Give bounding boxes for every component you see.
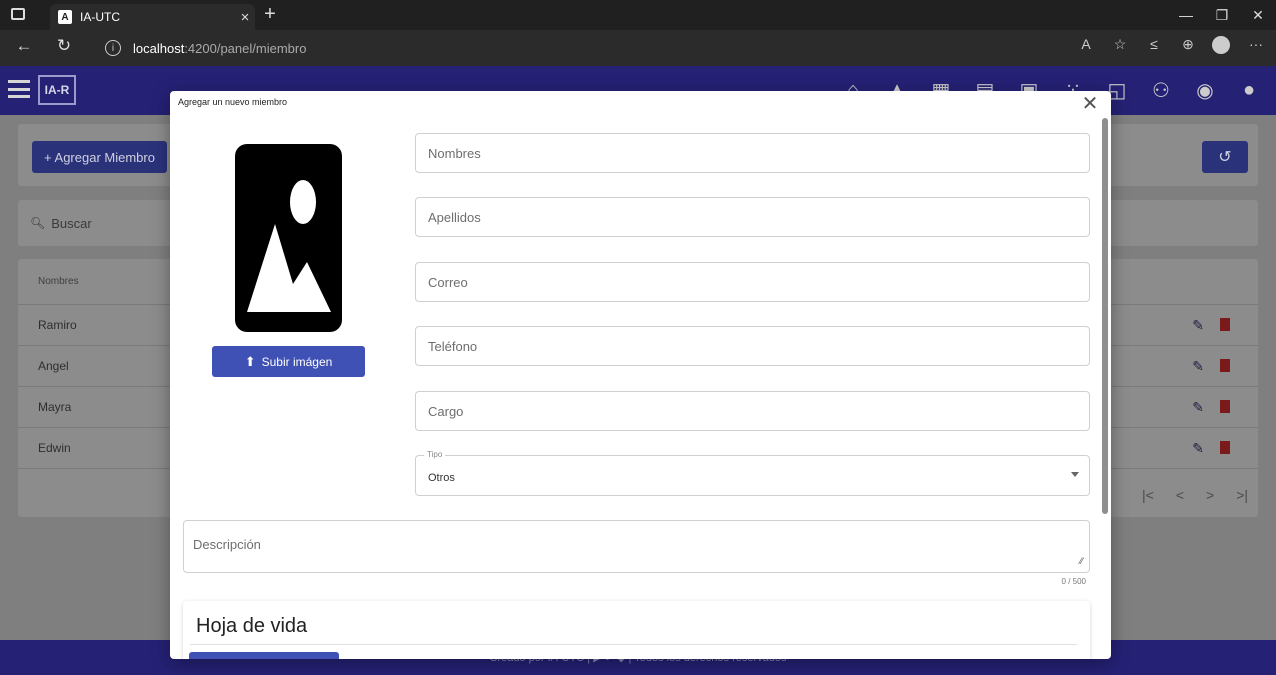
search-icon: 🔍︎ [30,216,46,230]
delete-icon[interactable] [1220,400,1230,413]
row-name: Edwin [38,441,71,455]
favorites-bar-icon[interactable]: ≤ [1144,36,1164,54]
tipo-label: Tipo [424,450,446,459]
edit-icon[interactable]: ✎ [1192,399,1204,416]
edit-icon[interactable]: ✎ [1192,317,1204,334]
close-window-button[interactable]: ✕ [1240,0,1276,30]
upload-label: Subir imágen [261,354,333,369]
upload-image-button[interactable]: ⬆ Subir imágen [212,346,365,377]
minimize-button[interactable]: — [1168,0,1204,30]
dialog-title: Agregar un nuevo miembro [178,97,288,107]
telefono-field[interactable]: Teléfono [415,326,1090,366]
resize-handle-icon[interactable]: ⁄⁄ [1080,556,1083,566]
window-controls: — ❐ ✕ [1168,0,1276,30]
url-field[interactable]: i localhost :4200/panel/miembro [95,34,1095,62]
cv-upload-button[interactable] [189,652,339,659]
account-icon[interactable]: ● [1234,74,1264,106]
address-bar-icons: A ☆ ≤ ⊕ ··· [1076,36,1266,54]
delete-icon[interactable] [1220,359,1230,372]
group-icon[interactable]: ⚇ [1146,74,1176,106]
cargo-field[interactable]: Cargo [415,391,1090,431]
last-page-button[interactable]: >| [1236,487,1248,503]
dialog-scrollbar[interactable] [1102,118,1108,514]
new-tab-button[interactable]: + [258,3,282,26]
cv-card: Hoja de vida [183,601,1090,659]
refresh-button[interactable]: ↺ [1202,141,1248,173]
edit-icon[interactable]: ✎ [1192,440,1204,457]
menu-icon[interactable] [8,80,30,98]
profile-icon[interactable] [1212,36,1232,54]
descripcion-field[interactable]: Descripción ⁄⁄ [183,520,1090,573]
cv-divider [190,644,1077,645]
prev-page-button[interactable]: < [1176,487,1184,503]
browser-window: A IA-UTC × + — ❐ ✕ ← ↻ i localhost :4200… [0,0,1276,675]
delete-icon[interactable] [1220,318,1230,331]
eye-icon[interactable]: ◉ [1190,74,1220,106]
tab-actions-icon[interactable] [11,8,25,20]
row-name: Mayra [38,400,72,414]
tab-bar: A IA-UTC × + — ❐ ✕ [0,0,1276,30]
favicon-icon: A [58,10,72,24]
tipo-select[interactable]: Tipo Otros [415,450,1090,496]
back-button[interactable]: ← [12,36,36,56]
close-icon[interactable]: ✕ [1079,93,1101,115]
read-aloud-icon[interactable]: A [1076,36,1096,54]
refresh-browser-button[interactable]: ↻ [52,36,76,56]
edit-icon[interactable]: ✎ [1192,358,1204,375]
row-name: Ramiro [38,318,77,332]
descripcion-label: Descripción [193,537,261,552]
tipo-value: Otros [428,472,455,484]
address-bar: ← ↻ i localhost :4200/panel/miembro A ☆ … [0,30,1276,66]
add-member-dialog: Agregar un nuevo miembro ✕ ⬆ Subir imáge… [170,91,1111,659]
correo-field[interactable]: Correo [415,262,1090,302]
favorite-icon[interactable]: ☆ [1110,36,1130,54]
tab-close-icon[interactable]: × [235,9,255,26]
paginator: |< < > >| [1142,487,1248,503]
app-logo[interactable]: IA-R [38,75,76,105]
first-page-button[interactable]: |< [1142,487,1154,503]
search-input[interactable]: Buscar [51,216,91,231]
next-page-button[interactable]: > [1206,487,1214,503]
url-path: :4200/panel/miembro [184,40,307,56]
char-counter: 0 / 500 [1061,577,1086,586]
nombres-field[interactable]: Nombres [415,133,1090,173]
add-member-button[interactable]: + Agregar Miembro [32,141,167,173]
delete-icon[interactable] [1220,441,1230,454]
dropdown-arrow-icon [1071,472,1079,477]
cv-title: Hoja de vida [196,615,308,637]
browser-tab[interactable]: A IA-UTC × [50,4,255,30]
image-placeholder-icon [235,144,342,332]
url-host: localhost [133,40,185,56]
more-icon[interactable]: ··· [1246,36,1266,54]
restore-button[interactable]: ❐ [1204,0,1240,30]
row-name: Angel [38,359,69,373]
site-info-icon[interactable]: i [105,40,121,56]
collections-icon[interactable]: ⊕ [1178,36,1198,54]
upload-icon: ⬆ [244,353,256,369]
apellidos-field[interactable]: Apellidos [415,197,1090,237]
tab-title: IA-UTC [80,10,120,24]
